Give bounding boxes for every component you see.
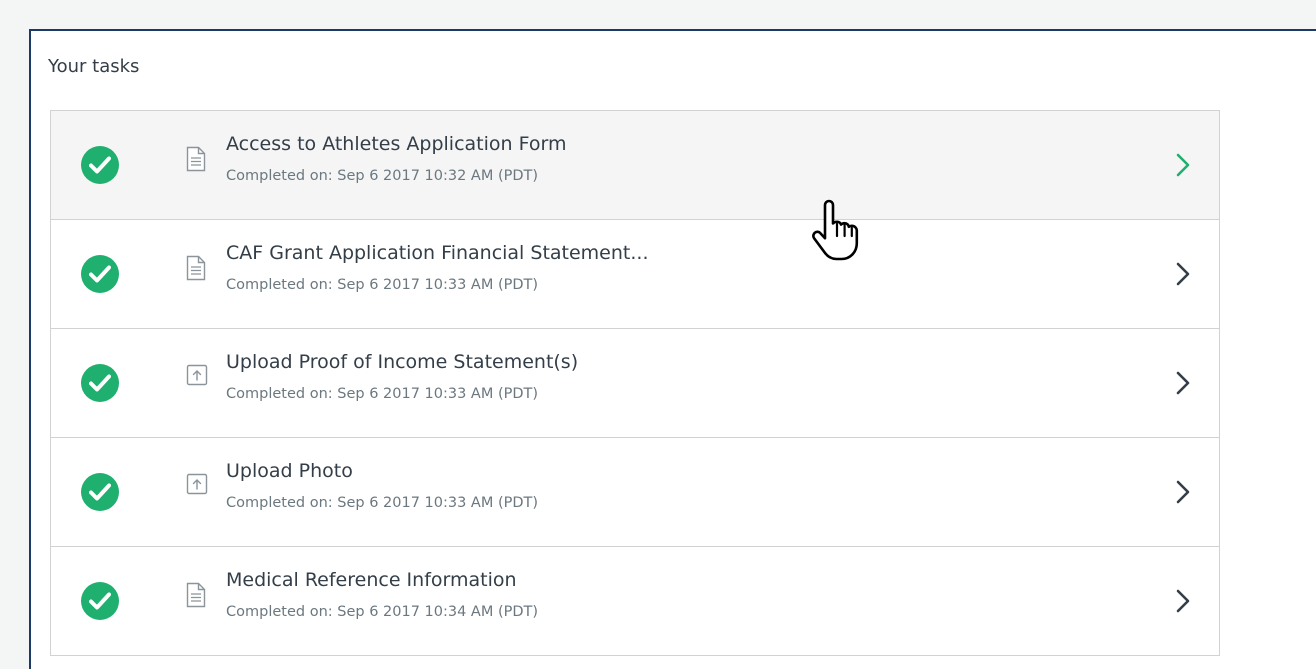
document-icon	[186, 146, 206, 176]
task-text: Upload Photo Completed on: Sep 6 2017 10:…	[226, 458, 538, 513]
task-completed-date: Completed on: Sep 6 2017 10:32 AM (PDT)	[226, 168, 539, 184]
task-completed-date: Completed on: Sep 6 2017 10:34 AM (PDT)	[226, 604, 539, 620]
check-circle-icon	[81, 582, 119, 620]
task-row[interactable]: Upload Photo Completed on: Sep 6 2017 10:…	[51, 438, 1219, 547]
task-row[interactable]: Medical Reference Information Completed o…	[51, 547, 1219, 656]
task-text: Access to Athletes Application Form Compl…	[226, 131, 566, 186]
task-name: Access to Athletes Application Form	[226, 133, 567, 155]
chevron-right-icon[interactable]	[1175, 479, 1191, 509]
task-text: CAF Grant Application Financial Statemen…	[226, 240, 648, 295]
task-completed-date: Completed on: Sep 6 2017 10:33 AM (PDT)	[226, 277, 539, 293]
document-icon	[186, 255, 206, 285]
task-name: Upload Photo	[226, 460, 353, 482]
chevron-right-icon[interactable]	[1175, 588, 1191, 618]
task-name: Upload Proof of Income Statement(s)	[226, 351, 579, 373]
check-circle-icon	[81, 364, 119, 402]
upload-icon	[186, 364, 208, 390]
check-circle-icon	[81, 473, 119, 511]
chevron-right-icon[interactable]	[1175, 261, 1191, 291]
task-text: Medical Reference Information Completed o…	[226, 567, 538, 622]
task-completed-date: Completed on: Sep 6 2017 10:33 AM (PDT)	[226, 495, 539, 511]
check-circle-icon	[81, 255, 119, 293]
task-row[interactable]: Upload Proof of Income Statement(s) Compl…	[51, 329, 1219, 438]
chevron-right-icon[interactable]	[1175, 370, 1191, 400]
chevron-right-icon[interactable]	[1175, 152, 1191, 182]
task-name: CAF Grant Application Financial Statemen…	[226, 242, 649, 264]
task-completed-date: Completed on: Sep 6 2017 10:33 AM (PDT)	[226, 386, 539, 402]
check-circle-icon	[81, 146, 119, 184]
task-row[interactable]: CAF Grant Application Financial Statemen…	[51, 220, 1219, 329]
section-title: Your tasks	[48, 56, 140, 77]
upload-icon	[186, 473, 208, 499]
task-list: Access to Athletes Application Form Compl…	[50, 110, 1220, 656]
task-text: Upload Proof of Income Statement(s) Compl…	[226, 349, 578, 404]
task-row[interactable]: Access to Athletes Application Form Compl…	[51, 111, 1219, 220]
document-icon	[186, 582, 206, 612]
hand-pointer-icon	[812, 199, 859, 261]
task-name: Medical Reference Information	[226, 569, 517, 591]
